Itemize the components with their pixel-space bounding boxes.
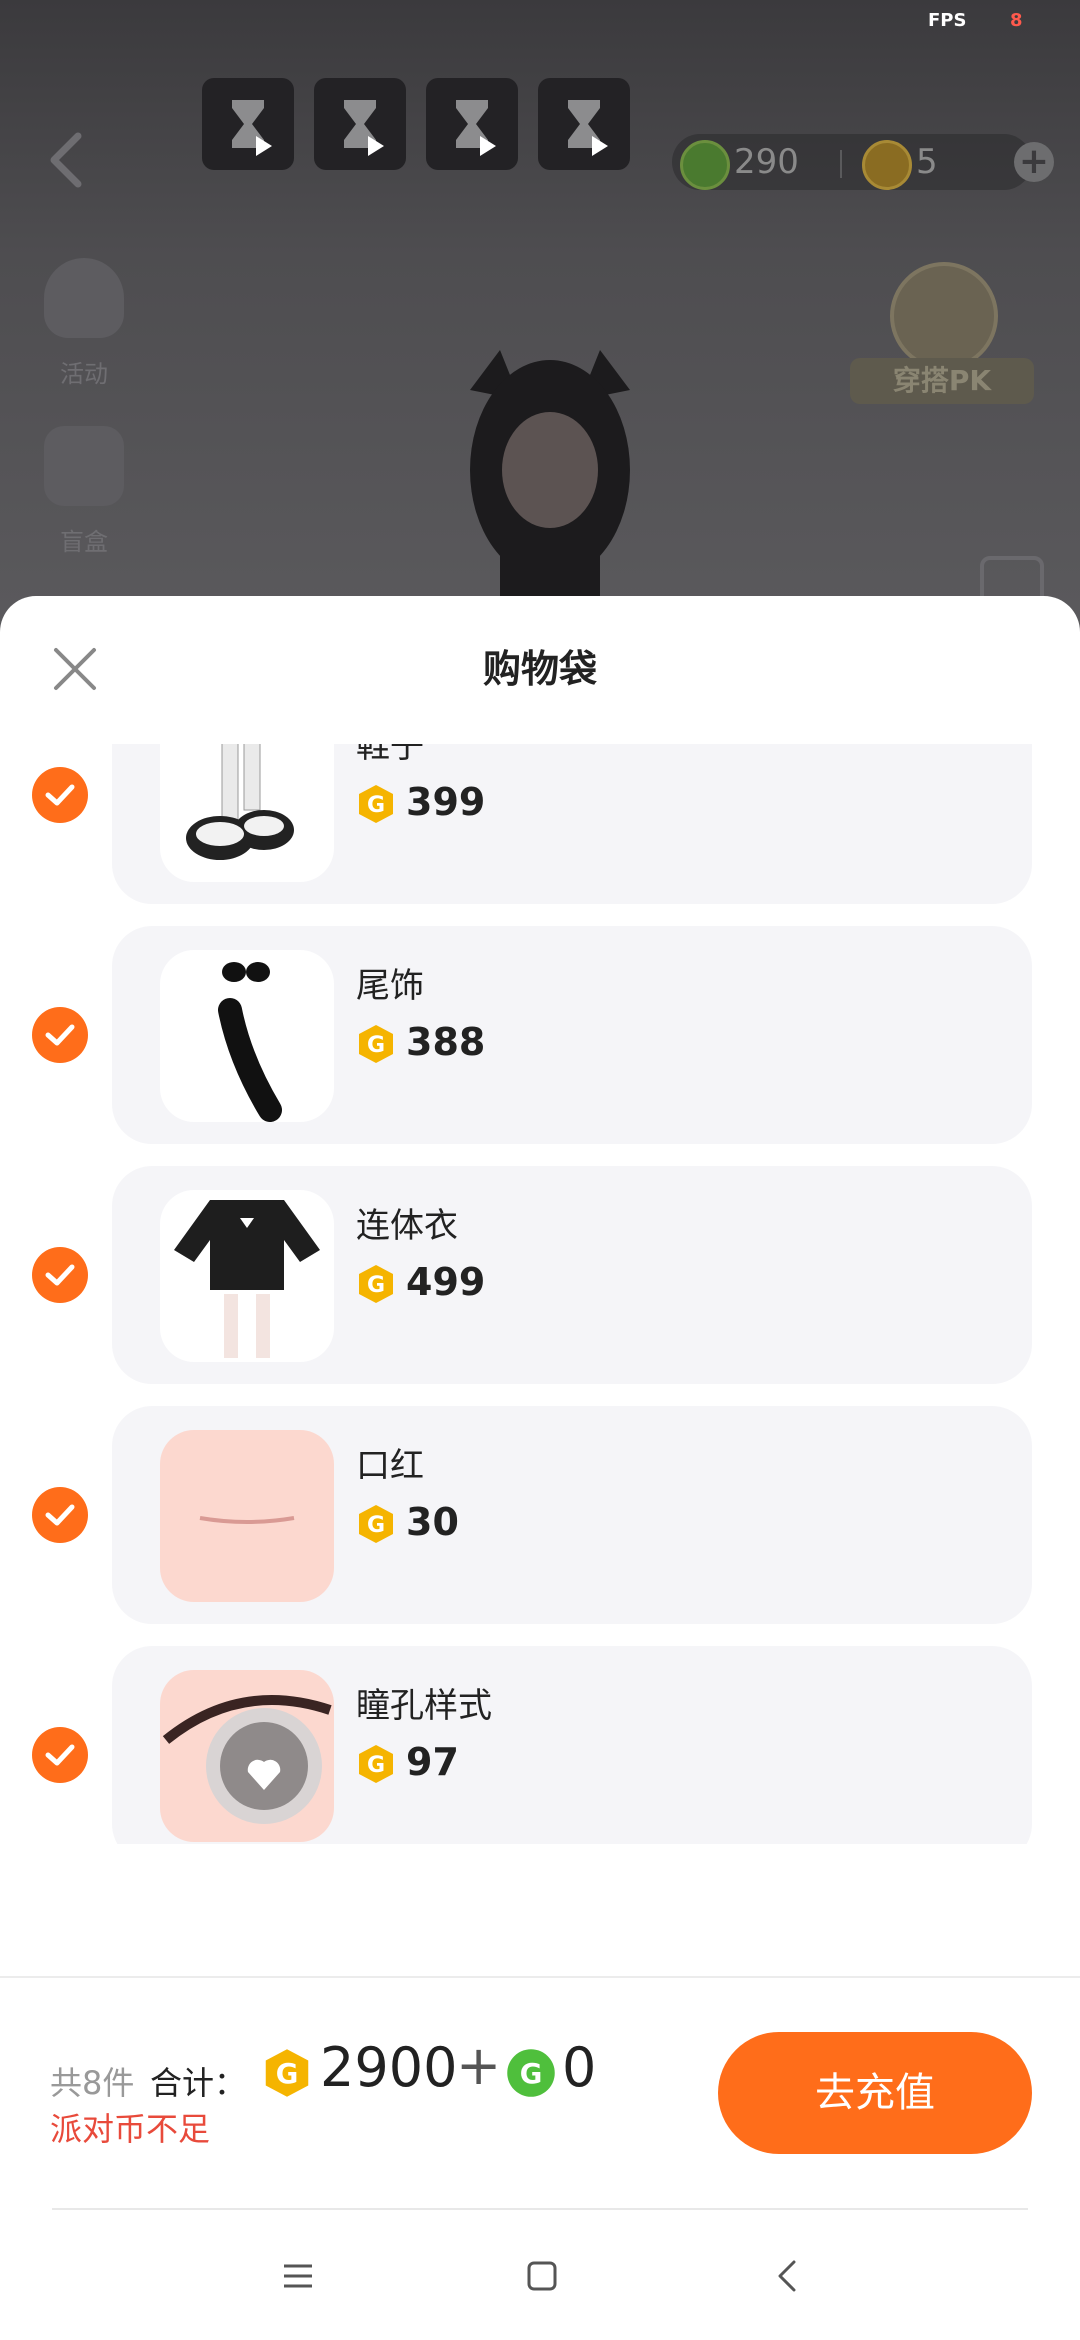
cart-item-row: 口红 G 30 — [0, 1406, 1080, 1624]
gold-coin-icon: G — [359, 1265, 393, 1303]
gold-coin-icon: G — [359, 785, 393, 823]
add-currency-button[interactable]: + — [1014, 142, 1054, 182]
svg-text:G: G — [367, 793, 385, 818]
hourglass-play-icon[interactable] — [202, 78, 294, 170]
item-name: 鞋子 — [356, 744, 424, 766]
svg-text:G: G — [276, 2058, 299, 2090]
total-plus-sign: + — [456, 2034, 502, 2097]
recharge-button[interactable]: 去充值 — [718, 2032, 1032, 2154]
selected-check-icon[interactable] — [32, 1727, 88, 1783]
gold-currency-amount: 5 — [916, 142, 938, 182]
item-price-value: 97 — [406, 1740, 459, 1784]
gold-coin-icon: G — [265, 2049, 309, 2097]
system-back-icon[interactable] — [770, 2258, 806, 2294]
currency-divider — [840, 150, 842, 178]
item-name: 连体衣 — [356, 1206, 458, 1246]
gold-coin-icon: G — [359, 1745, 393, 1783]
cart-item-row: 鞋子 G 399 — [0, 744, 1080, 904]
gold-coin-icon: G — [359, 1505, 393, 1543]
home-icon[interactable] — [524, 2258, 560, 2294]
cart-item-list[interactable]: 鞋子 G 399 尾饰 G 388 连体衣 G 499 口红 G 30 瞳孔样式… — [0, 744, 1080, 1844]
svg-text:G: G — [367, 1753, 385, 1778]
side-item-label[interactable]: 盲盒 — [24, 522, 144, 557]
insufficient-coins-warning: 派对币不足 — [50, 2110, 211, 2148]
shoes-thumbnail — [160, 744, 334, 882]
pupil-thumbnail — [160, 1670, 334, 1842]
green-currency-amount: 290 — [734, 142, 799, 182]
gold-total-value: 2900 — [320, 2036, 458, 2099]
cart-item-card[interactable]: 鞋子 G 399 — [112, 744, 1032, 904]
outfit-pk-badge[interactable]: 穿搭PK — [850, 262, 1034, 404]
cart-item-row: 尾饰 G 388 — [0, 926, 1080, 1144]
cart-item-card[interactable]: 连体衣 G 499 — [112, 1166, 1032, 1384]
hourglass-play-icon[interactable] — [538, 78, 630, 170]
item-name: 瞳孔样式 — [356, 1686, 492, 1726]
cart-item-card[interactable]: 口红 G 30 — [112, 1406, 1032, 1624]
selected-check-icon[interactable] — [32, 1487, 88, 1543]
cart-item-row: 瞳孔样式 G 97 — [0, 1646, 1080, 1844]
cart-item-card[interactable]: 瞳孔样式 G 97 — [112, 1646, 1032, 1844]
selected-check-icon[interactable] — [32, 1247, 88, 1303]
blindbox-icon[interactable] — [44, 426, 124, 506]
item-price-value: 388 — [406, 1020, 486, 1064]
tail-thumbnail — [160, 950, 334, 1122]
item-name: 尾饰 — [356, 966, 424, 1006]
svg-text:G: G — [367, 1513, 385, 1538]
svg-text:G: G — [367, 1273, 385, 1298]
item-name: 口红 — [356, 1446, 424, 1486]
svg-text:G: G — [367, 1033, 385, 1058]
crown-icon — [890, 262, 998, 370]
hourglass-play-icon[interactable] — [314, 78, 406, 170]
cart-item-row: 连体衣 G 499 — [0, 1166, 1080, 1384]
fps-label: FPS — [928, 10, 967, 31]
balloon-icon[interactable] — [44, 258, 124, 338]
back-arrow-icon[interactable] — [40, 130, 90, 190]
item-count: 共8件 — [50, 2064, 135, 2102]
fps-value: 8 — [1010, 10, 1023, 31]
sheet-title: 购物袋 — [482, 647, 597, 691]
item-price-value: 399 — [406, 780, 486, 824]
footer-divider — [0, 1976, 1080, 1978]
item-price-value: 499 — [406, 1260, 486, 1304]
menu-icon[interactable] — [280, 2258, 316, 2294]
green-coin-icon — [680, 140, 730, 190]
selected-check-icon[interactable] — [32, 1007, 88, 1063]
green-total-value: 0 — [562, 2036, 597, 2099]
gold-coin-icon — [862, 140, 912, 190]
lipstick-thumbnail — [160, 1430, 334, 1602]
gold-coin-icon: G — [359, 1025, 393, 1063]
total-label: 合计： — [150, 2064, 247, 2102]
pk-badge-label: 穿搭PK — [850, 358, 1034, 404]
green-coin-icon: G — [507, 2049, 555, 2097]
selected-check-icon[interactable] — [32, 767, 88, 823]
dress-thumbnail — [160, 1190, 334, 1362]
nav-divider — [52, 2208, 1028, 2210]
cart-item-card[interactable]: 尾饰 G 388 — [112, 926, 1032, 1144]
side-item-label[interactable]: 活动 — [24, 354, 144, 389]
svg-text:G: G — [520, 2058, 543, 2090]
hourglass-play-icon[interactable] — [426, 78, 518, 170]
item-price-value: 30 — [406, 1500, 459, 1544]
